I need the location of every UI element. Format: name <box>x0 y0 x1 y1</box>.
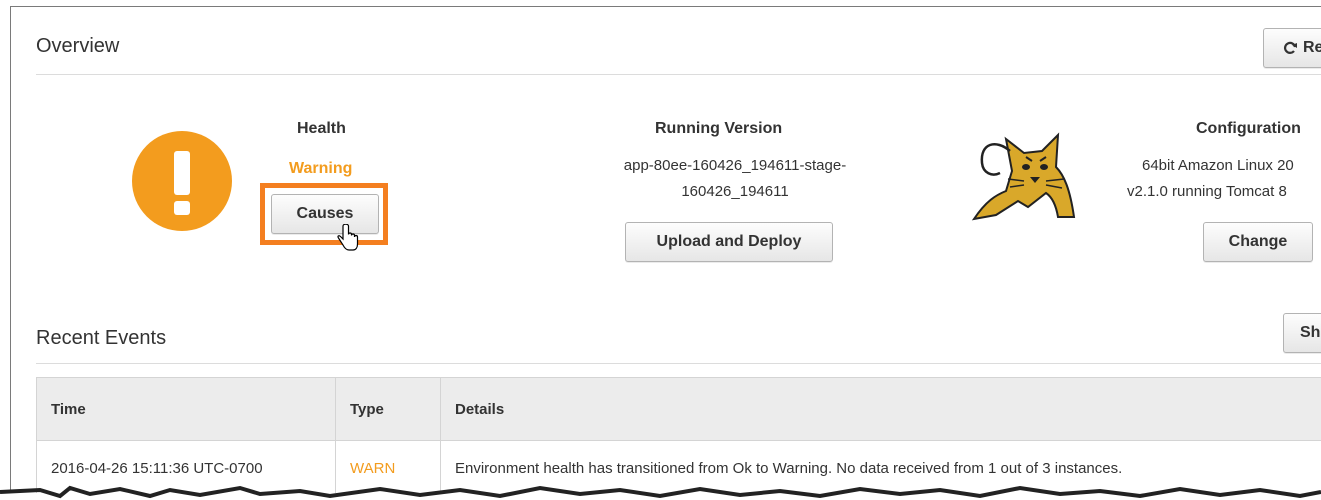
change-button[interactable]: Change <box>1203 222 1313 262</box>
events-header-row: Time Type Details <box>36 377 1321 441</box>
causes-label: Causes <box>296 205 354 222</box>
health-status: Warning <box>289 160 353 177</box>
refresh-button[interactable]: Re <box>1263 28 1321 68</box>
tomcat-logo-icon <box>971 132 1076 221</box>
app-frame: Overview Re Health Warning Causes Runnin… <box>10 6 1321 493</box>
exclamation-circle-icon <box>132 131 232 231</box>
configuration-heading: Configuration <box>1196 120 1301 137</box>
upload-and-deploy-button[interactable]: Upload and Deploy <box>625 222 833 262</box>
change-label: Change <box>1228 233 1288 250</box>
refresh-label: Re <box>1303 39 1321 56</box>
configuration-line1: 64bit Amazon Linux 20 <box>1142 157 1294 174</box>
recent-events-title: Recent Events <box>36 327 167 349</box>
column-header-time[interactable]: Time <box>36 377 336 441</box>
causes-button[interactable]: Causes <box>271 194 379 234</box>
overview-divider <box>36 74 1321 75</box>
torn-edge-decoration <box>0 485 1321 499</box>
upload-and-deploy-label: Upload and Deploy <box>656 233 802 250</box>
hand-pointer-icon <box>337 224 359 251</box>
running-version-heading: Running Version <box>655 120 783 137</box>
running-version-line2: 160426_194611 <box>681 183 789 200</box>
overview-title: Overview <box>36 35 120 57</box>
recent-events-divider <box>36 363 1321 364</box>
health-heading: Health <box>297 120 346 137</box>
column-header-details[interactable]: Details <box>440 377 1321 441</box>
show-label: Sh <box>1300 324 1321 341</box>
configuration-line2: v2.1.0 running Tomcat 8 <box>1127 183 1287 200</box>
refresh-icon <box>1283 41 1297 54</box>
running-version-line1: app-80ee-160426_194611-stage- <box>623 157 847 174</box>
column-header-type[interactable]: Type <box>335 377 441 441</box>
events-table: Time Type Details 2016-04-26 15:11:36 UT… <box>36 377 1321 493</box>
show-button[interactable]: Sh <box>1283 313 1321 353</box>
